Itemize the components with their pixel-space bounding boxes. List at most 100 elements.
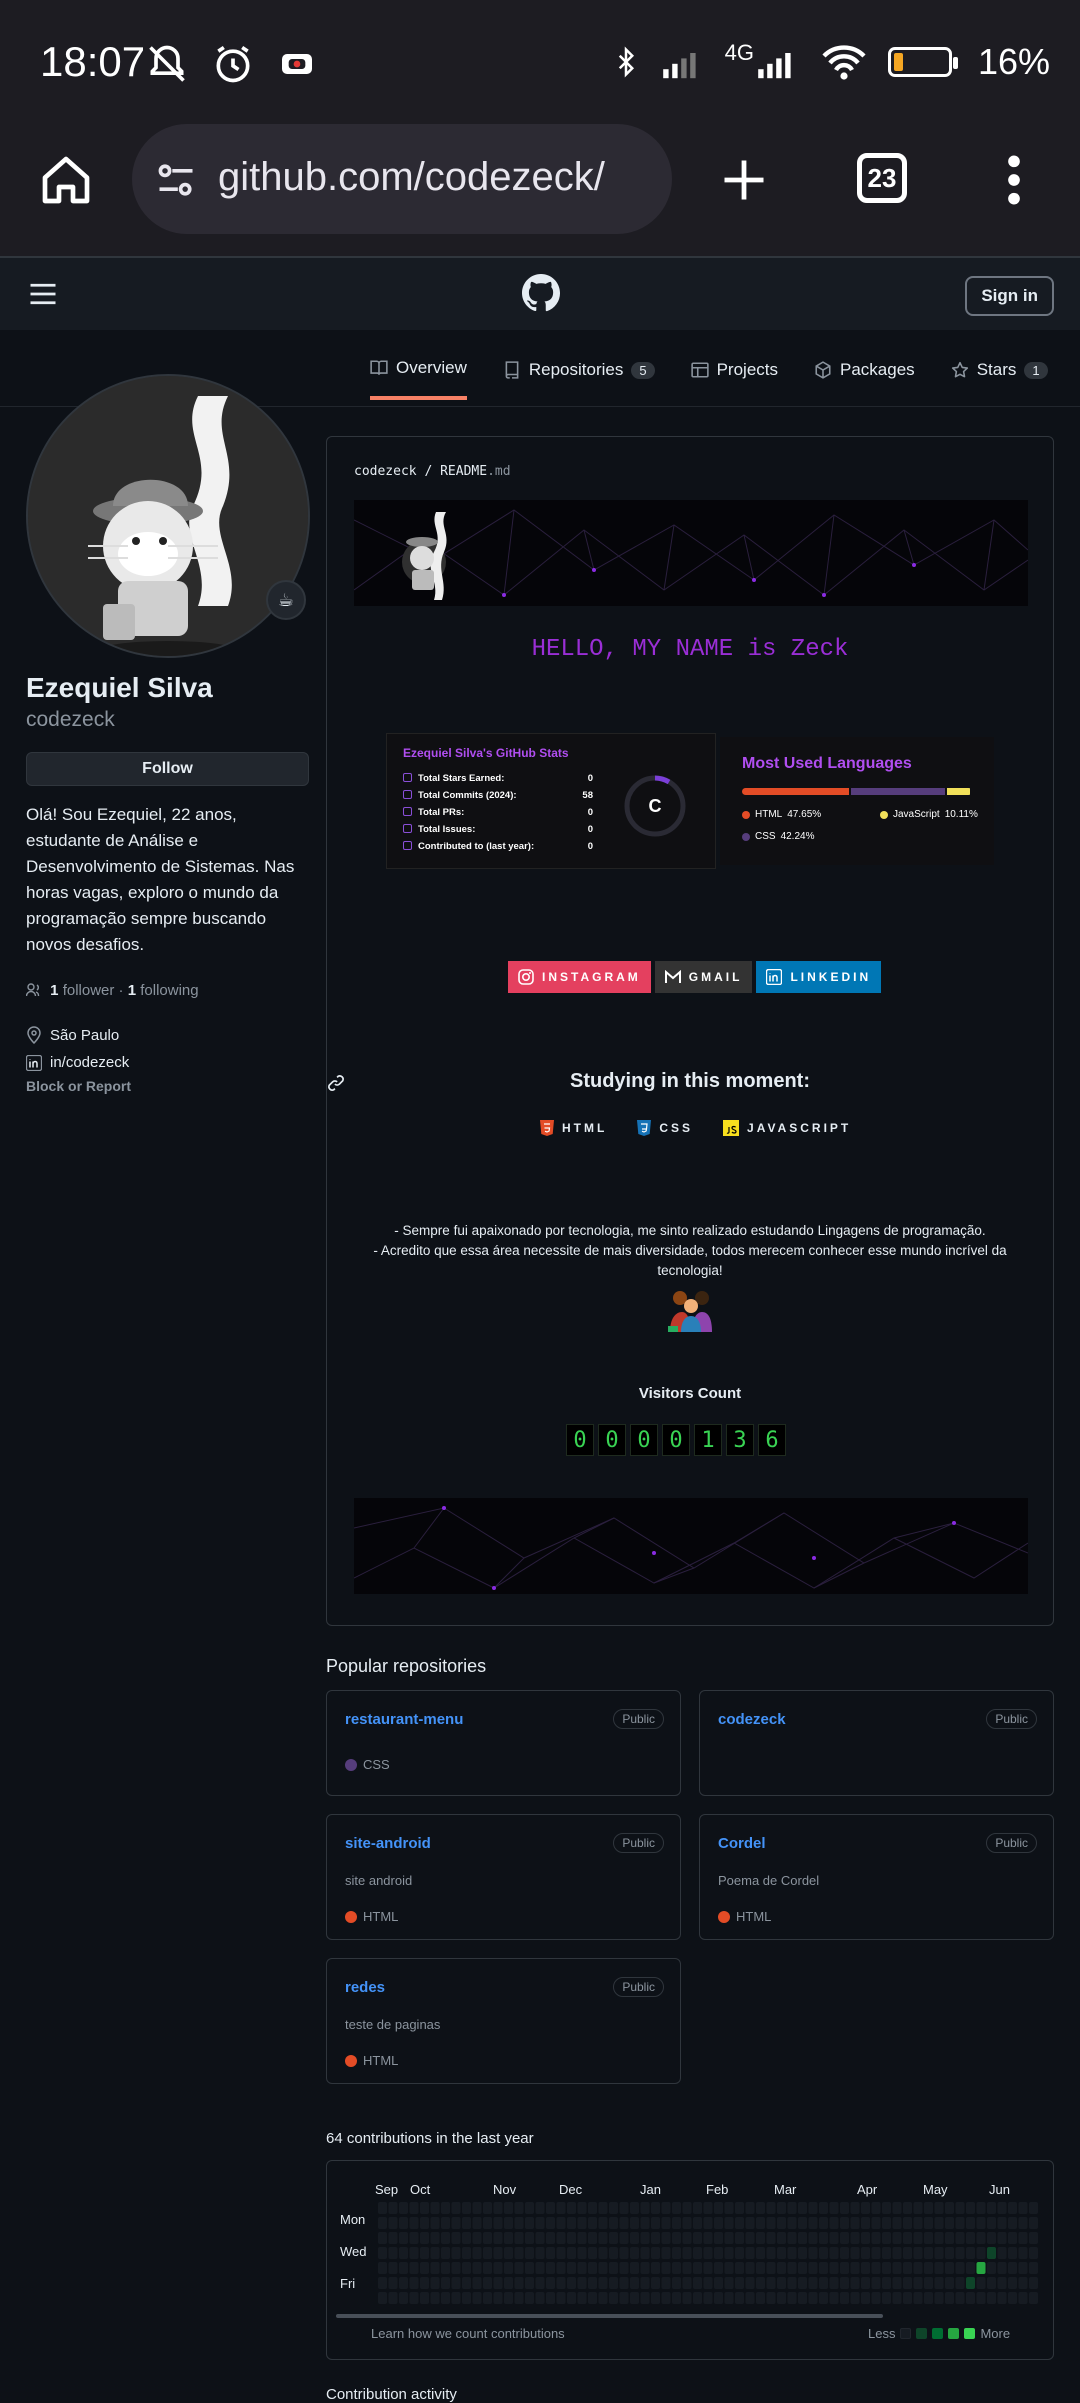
contribution-day-cell[interactable] xyxy=(808,2232,818,2244)
tab-overview[interactable]: Overview xyxy=(370,358,467,400)
contribution-day-cell[interactable] xyxy=(703,2202,713,2214)
contribution-day-cell[interactable] xyxy=(546,2217,555,2229)
contribution-day-cell[interactable] xyxy=(756,2247,765,2259)
contribution-day-cell[interactable] xyxy=(630,2262,639,2274)
contribution-day-cell[interactable] xyxy=(955,2202,965,2214)
contribution-day-cell[interactable] xyxy=(378,2217,387,2229)
contribution-day-cell[interactable] xyxy=(640,2277,650,2289)
contribution-day-cell[interactable] xyxy=(682,2262,692,2274)
contribution-day-cell[interactable] xyxy=(682,2247,692,2259)
contribution-day-cell[interactable] xyxy=(997,2217,1007,2229)
contribution-day-cell[interactable] xyxy=(882,2217,891,2229)
contribution-day-cell[interactable] xyxy=(945,2277,954,2289)
contribution-day-cell[interactable] xyxy=(388,2277,398,2289)
contribution-day-cell[interactable] xyxy=(378,2277,387,2289)
contribution-day-cell[interactable] xyxy=(409,2232,419,2244)
contribution-day-cell[interactable] xyxy=(1029,2277,1038,2289)
contribution-day-cell[interactable] xyxy=(651,2292,660,2304)
contribution-day-cell[interactable] xyxy=(798,2232,807,2244)
contribution-day-cell[interactable] xyxy=(472,2232,482,2244)
contribution-day-cell[interactable] xyxy=(966,2247,975,2259)
contribution-day-cell[interactable] xyxy=(735,2277,744,2289)
contribution-day-cell[interactable] xyxy=(430,2292,440,2304)
contribution-day-cell[interactable] xyxy=(934,2202,944,2214)
contribution-day-cell[interactable] xyxy=(420,2292,429,2304)
contribution-day-cell[interactable] xyxy=(483,2232,492,2244)
contribution-day-cell[interactable] xyxy=(462,2262,471,2274)
contribution-day-cell[interactable] xyxy=(745,2202,755,2214)
block-report-link[interactable]: Block or Report xyxy=(26,1078,131,1094)
contribution-day-cell[interactable] xyxy=(882,2292,891,2304)
contribution-day-cell[interactable] xyxy=(850,2232,860,2244)
contribution-day-cell[interactable] xyxy=(567,2262,576,2274)
contribution-day-cell[interactable] xyxy=(619,2277,629,2289)
contribution-day-cell[interactable] xyxy=(430,2262,440,2274)
contribution-day-cell[interactable] xyxy=(493,2277,503,2289)
contribution-day-cell[interactable] xyxy=(567,2277,576,2289)
contribution-day-cell[interactable] xyxy=(651,2262,660,2274)
contribution-day-cell[interactable] xyxy=(472,2217,482,2229)
contribution-day-cell[interactable] xyxy=(892,2202,902,2214)
contribution-day-cell[interactable] xyxy=(903,2232,912,2244)
contribution-day-cell[interactable] xyxy=(903,2217,912,2229)
contribution-day-cell[interactable] xyxy=(766,2292,776,2304)
contribution-day-cell[interactable] xyxy=(924,2277,933,2289)
contribution-day-cell[interactable] xyxy=(777,2277,786,2289)
contribution-day-cell[interactable] xyxy=(976,2232,986,2244)
followers-label[interactable]: follower xyxy=(63,982,115,999)
contribution-day-cell[interactable] xyxy=(840,2262,849,2274)
contribution-day-cell[interactable] xyxy=(556,2202,566,2214)
contribution-day-cell[interactable] xyxy=(598,2232,608,2244)
contribution-day-cell[interactable] xyxy=(409,2202,419,2214)
contribution-day-cell[interactable] xyxy=(787,2292,797,2304)
avatar[interactable] xyxy=(26,374,310,658)
contribution-day-cell[interactable] xyxy=(672,2202,681,2214)
contribution-day-cell[interactable] xyxy=(399,2202,408,2214)
contribution-day-cell[interactable] xyxy=(945,2247,954,2259)
repo-name-link[interactable]: codezeck xyxy=(718,1711,786,1728)
contribution-day-cell[interactable] xyxy=(651,2277,660,2289)
contribution-day-cell[interactable] xyxy=(882,2202,891,2214)
contribution-day-cell[interactable] xyxy=(451,2262,461,2274)
contribution-day-cell[interactable] xyxy=(861,2292,870,2304)
contribution-day-cell[interactable] xyxy=(840,2277,849,2289)
contribution-day-cell[interactable] xyxy=(924,2262,933,2274)
contribution-day-cell[interactable] xyxy=(525,2292,534,2304)
contribution-day-cell[interactable] xyxy=(577,2247,587,2259)
contribution-day-cell[interactable] xyxy=(504,2217,513,2229)
contribution-day-cell[interactable] xyxy=(430,2217,440,2229)
contribution-day-cell[interactable] xyxy=(871,2247,881,2259)
contribution-day-cell[interactable] xyxy=(745,2217,755,2229)
contribution-day-cell[interactable] xyxy=(577,2202,587,2214)
contribution-day-cell[interactable] xyxy=(871,2292,881,2304)
contribution-day-cell[interactable] xyxy=(420,2262,429,2274)
contribution-day-cell[interactable] xyxy=(714,2262,723,2274)
contribution-day-cell[interactable] xyxy=(451,2202,461,2214)
status-emoji-icon[interactable]: ☕ xyxy=(266,580,306,620)
contribution-day-cell[interactable] xyxy=(934,2277,944,2289)
contribution-day-cell[interactable] xyxy=(819,2262,828,2274)
contribution-day-cell[interactable] xyxy=(504,2262,513,2274)
contribution-day-cell[interactable] xyxy=(966,2217,975,2229)
contribution-day-cell[interactable] xyxy=(861,2262,870,2274)
contribution-day-cell[interactable] xyxy=(588,2262,597,2274)
contribution-day-cell[interactable] xyxy=(819,2202,828,2214)
contribution-day-cell[interactable] xyxy=(378,2247,387,2259)
contribution-day-cell[interactable] xyxy=(913,2292,923,2304)
contribution-day-cell[interactable] xyxy=(787,2202,797,2214)
url-text[interactable]: github.com/codezeck/ xyxy=(218,155,605,200)
contribution-day-cell[interactable] xyxy=(714,2247,723,2259)
contribution-day-cell[interactable] xyxy=(756,2232,765,2244)
contribution-day-cell[interactable] xyxy=(756,2202,765,2214)
contribution-day-cell[interactable] xyxy=(1018,2247,1028,2259)
contribution-day-cell[interactable] xyxy=(609,2292,618,2304)
contribution-day-cell[interactable] xyxy=(976,2247,986,2259)
contribution-day-cell[interactable] xyxy=(861,2202,870,2214)
contribution-day-cell[interactable] xyxy=(777,2217,786,2229)
contribution-day-cell[interactable] xyxy=(493,2292,503,2304)
contribution-day-cell[interactable] xyxy=(966,2292,975,2304)
contribution-day-cell[interactable] xyxy=(913,2217,923,2229)
contribution-day-cell[interactable] xyxy=(955,2292,965,2304)
contribution-day-cell[interactable] xyxy=(388,2292,398,2304)
contribution-day-cell[interactable] xyxy=(577,2262,587,2274)
